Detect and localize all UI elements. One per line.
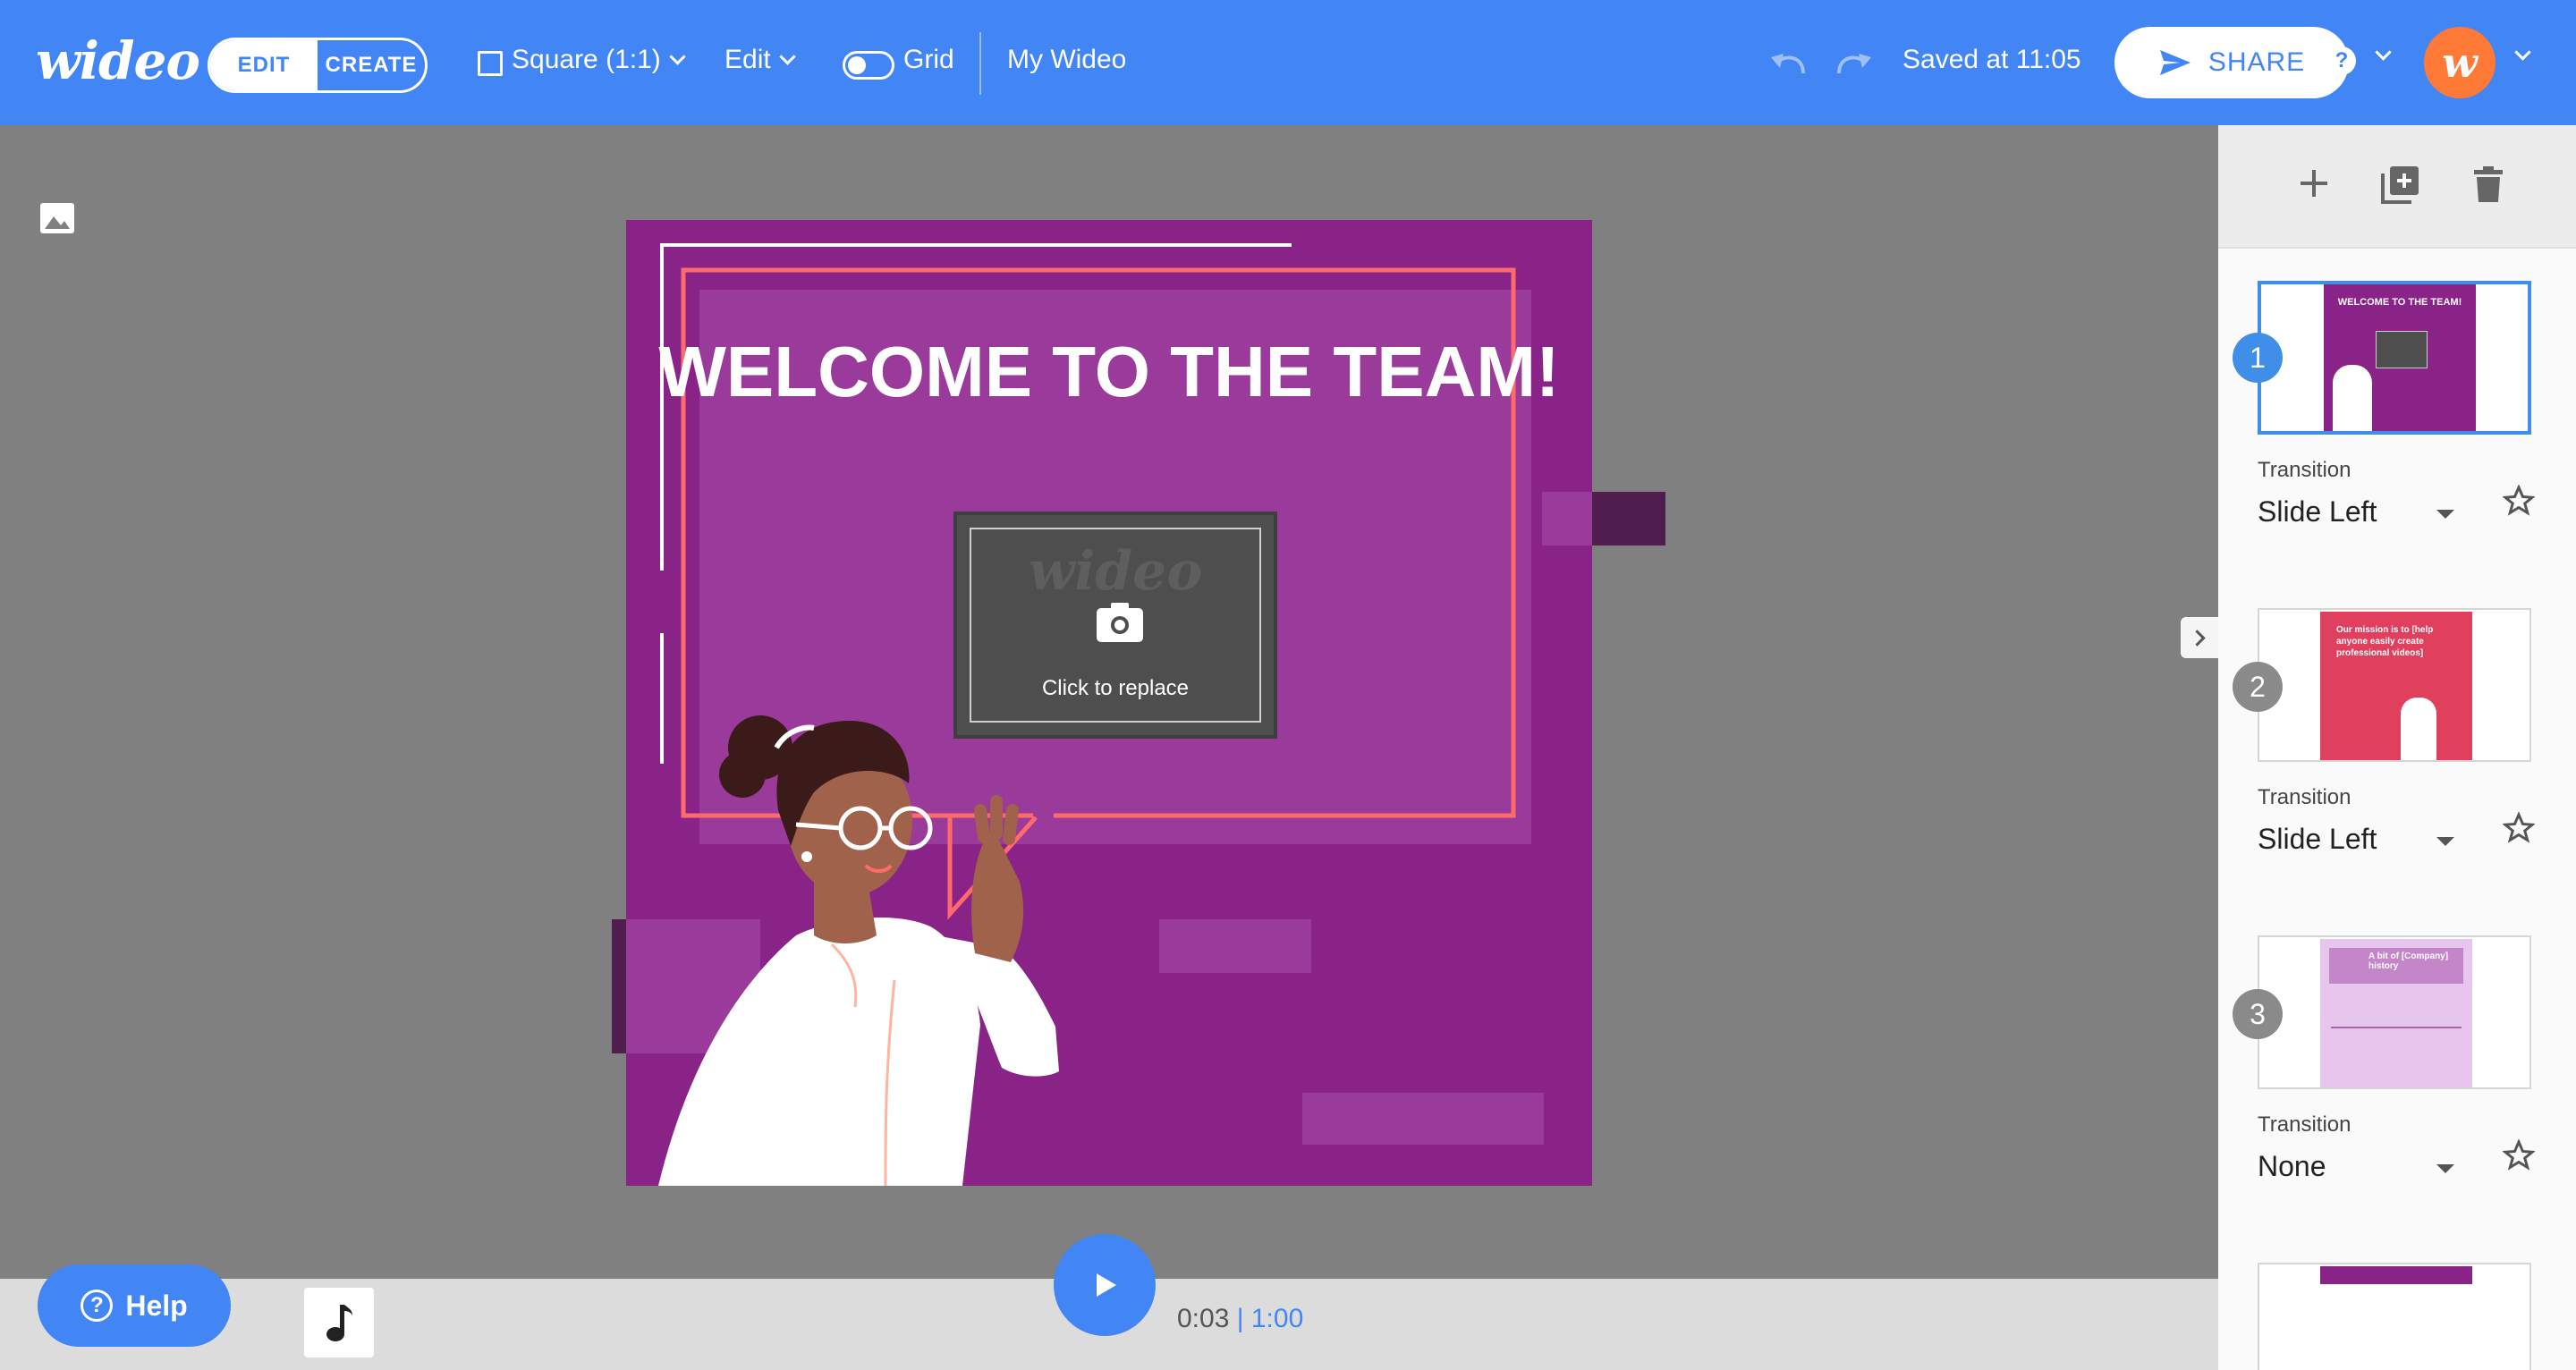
deco-block-overflow bbox=[1592, 492, 1665, 545]
transition-select[interactable]: Slide Left bbox=[2258, 823, 2377, 856]
transition-label: Transition bbox=[2258, 785, 2351, 809]
star-icon[interactable] bbox=[2503, 812, 2535, 844]
transition-label: Transition bbox=[2258, 458, 2351, 482]
chevron-down-icon[interactable] bbox=[2375, 44, 2392, 61]
slide-thumbnail[interactable]: WELCOME TO THE TEAM! bbox=[2258, 281, 2531, 435]
duplicate-slide-icon[interactable] bbox=[2381, 165, 2420, 204]
project-name[interactable]: My Wideo bbox=[1007, 45, 1126, 75]
chevron-down-icon[interactable] bbox=[2514, 44, 2531, 61]
collapse-panel-button[interactable] bbox=[2181, 617, 2218, 658]
play-button[interactable] bbox=[1054, 1234, 1156, 1336]
square-format-icon bbox=[478, 51, 503, 76]
slides-panel-toolbar bbox=[2218, 125, 2576, 249]
add-slide-icon[interactable] bbox=[2299, 168, 2329, 199]
deco-block-overflow bbox=[612, 919, 626, 1053]
total-time: 1:00 bbox=[1250, 1304, 1304, 1333]
help-icon: ? bbox=[80, 1290, 114, 1322]
delete-slide-icon[interactable] bbox=[2474, 166, 2503, 202]
dropdown-arrow-icon[interactable] bbox=[2436, 1164, 2454, 1173]
share-label: SHARE bbox=[2207, 47, 2306, 77]
background-image-icon[interactable] bbox=[39, 202, 75, 234]
time-separator: | bbox=[1236, 1304, 1244, 1333]
edit-mode-button[interactable]: EDIT bbox=[210, 40, 318, 90]
help-circle-icon[interactable]: ? bbox=[2327, 47, 2356, 75]
help-button[interactable]: ? Help bbox=[38, 1264, 231, 1347]
thumbnail-preview: Our mission is to [help anyone easily cr… bbox=[2320, 612, 2472, 760]
star-icon[interactable] bbox=[2503, 1139, 2535, 1171]
current-time: 0:03 bbox=[1177, 1304, 1230, 1333]
avatar[interactable]: w bbox=[2424, 27, 2496, 98]
edit-menu-label: Edit bbox=[724, 45, 771, 74]
slide-thumbnail[interactable]: A bit of [Company] history bbox=[2258, 935, 2531, 1089]
transition-label: Transition bbox=[2258, 1112, 2351, 1137]
woman-character-illustration bbox=[658, 715, 1059, 1186]
transition-select[interactable]: None bbox=[2258, 1150, 2326, 1183]
edit-menu[interactable]: Edit bbox=[724, 45, 796, 75]
slide-thumbnail[interactable]: Our mission is to [help anyone easily cr… bbox=[2258, 608, 2531, 762]
thumbnail-preview: A bit of [Company] history bbox=[2320, 939, 2472, 1087]
wideo-logo[interactable]: wideo bbox=[36, 30, 200, 91]
grid-toggle[interactable] bbox=[843, 51, 894, 80]
thumbnail-figure bbox=[2401, 698, 2436, 760]
thumbnail-text: A bit of [Company] history bbox=[2368, 951, 2449, 971]
undo-icon[interactable] bbox=[1767, 47, 1810, 79]
toolbar-divider bbox=[979, 32, 981, 95]
create-mode-button[interactable]: CREATE bbox=[318, 40, 425, 90]
thumbnail-text: WELCOME TO THE TEAM! bbox=[2337, 297, 2462, 308]
top-toolbar: wideo EDIT CREATE Square (1:1) Edit Grid… bbox=[0, 0, 2576, 125]
dropdown-arrow-icon[interactable] bbox=[2436, 837, 2454, 846]
help-label: Help bbox=[125, 1289, 188, 1322]
save-status: Saved at 11:05 bbox=[1902, 45, 2081, 74]
slide-canvas[interactable]: WELCOME TO THE TEAM! wideo Click to repl… bbox=[626, 220, 1592, 1186]
send-icon bbox=[2159, 50, 2190, 75]
slides-panel: WELCOME TO THE TEAM! 1 Transition Slide … bbox=[2218, 125, 2576, 1370]
music-button[interactable] bbox=[304, 1288, 374, 1357]
redo-icon[interactable] bbox=[1832, 47, 1875, 79]
share-button[interactable]: SHARE bbox=[2114, 27, 2349, 98]
thumbnail-image bbox=[2376, 331, 2428, 368]
music-note-icon bbox=[326, 1305, 352, 1341]
thumbnail-text: Our mission is to [help anyone easily cr… bbox=[2336, 625, 2434, 658]
playback-time: 0:03 | 1:00 bbox=[1177, 1304, 1303, 1334]
chevron-down-icon bbox=[669, 48, 686, 65]
slide-number-badge: 2 bbox=[2233, 662, 2283, 712]
play-icon bbox=[1097, 1273, 1116, 1297]
slide-number-badge: 1 bbox=[2233, 333, 2283, 383]
thumbnail-figure bbox=[2333, 365, 2372, 431]
toggle-knob bbox=[848, 56, 866, 74]
chevron-right-icon bbox=[2188, 629, 2206, 647]
thumbnail-preview bbox=[2320, 1266, 2472, 1284]
slide-number-badge: 3 bbox=[2233, 989, 2283, 1039]
star-icon[interactable] bbox=[2503, 485, 2535, 517]
slide-thumbnail[interactable] bbox=[2258, 1263, 2531, 1370]
grid-label: Grid bbox=[903, 45, 954, 74]
format-label: Square (1:1) bbox=[512, 45, 661, 74]
transition-select[interactable]: Slide Left bbox=[2258, 495, 2377, 529]
dropdown-arrow-icon[interactable] bbox=[2436, 510, 2454, 519]
chevron-down-icon bbox=[779, 48, 796, 65]
thumbnail-preview: WELCOME TO THE TEAM! bbox=[2324, 284, 2476, 431]
format-dropdown[interactable]: Square (1:1) bbox=[512, 45, 686, 75]
thumbnail-timeline bbox=[2331, 1027, 2462, 1028]
mode-switch: EDIT CREATE bbox=[208, 38, 428, 93]
